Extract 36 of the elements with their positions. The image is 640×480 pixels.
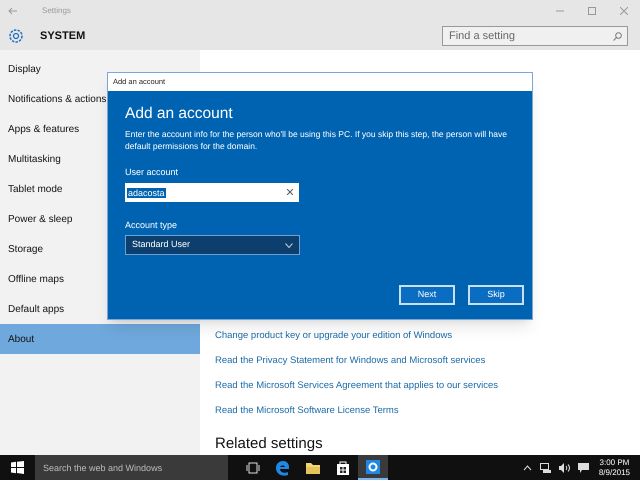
dialog-heading: Add an account	[125, 105, 234, 123]
field-label: Account type	[125, 218, 178, 232]
clear-icon[interactable]	[287, 189, 293, 195]
taskbar-search-field[interactable]: Search the web and Windows	[35, 455, 228, 480]
shopping-bag-icon	[336, 460, 350, 476]
sidebar-item[interactable]: About	[0, 324, 200, 354]
browser-e-icon	[275, 460, 291, 476]
link[interactable]: Read the Privacy Statement for Windows and Microsoft services	[215, 354, 486, 368]
search-field[interactable]: Find a setting	[442, 26, 628, 46]
field-label: User account	[125, 166, 180, 179]
dialog-description: Enter the account info for the person who'll be using this PC. If you skip this step, the person will have default permissions for the domain.	[125, 128, 508, 152]
dialog-button[interactable]: Next	[399, 285, 455, 305]
chevron-up-icon[interactable]	[522, 464, 532, 470]
task-view-icon	[246, 462, 260, 474]
link[interactable]: Change product key or upgrade your edition of Windows	[215, 329, 452, 343]
gear-icon	[365, 458, 381, 474]
network-icon[interactable]	[540, 462, 551, 472]
taskbar-app[interactable]	[358, 455, 388, 480]
page-title: SYSTEM	[40, 28, 86, 44]
account-type-dropdown[interactable]: Standard User	[125, 235, 300, 255]
clock-time: 3:00 PM	[600, 458, 630, 468]
user-account-field[interactable]: adacosta	[125, 182, 299, 202]
dialog-button[interactable]: Skip	[468, 285, 524, 305]
windows-logo-icon[interactable]	[11, 461, 24, 474]
section-heading: Related settings	[215, 436, 324, 451]
search-icon	[613, 32, 622, 41]
speaker-icon[interactable]	[558, 462, 570, 472]
gear-icon	[8, 28, 24, 44]
link[interactable]: Read the Microsoft Services Agreement that applies to our services	[215, 379, 498, 393]
folder-icon	[305, 460, 321, 474]
selected-text: adacosta	[127, 188, 166, 198]
message-icon[interactable]	[578, 462, 589, 472]
clock-date: 8/9/2015	[598, 468, 630, 478]
chevron-down-icon	[285, 242, 293, 248]
link[interactable]: Read the Microsoft Software License Terms	[215, 404, 399, 418]
window-title: Settings	[42, 5, 71, 17]
